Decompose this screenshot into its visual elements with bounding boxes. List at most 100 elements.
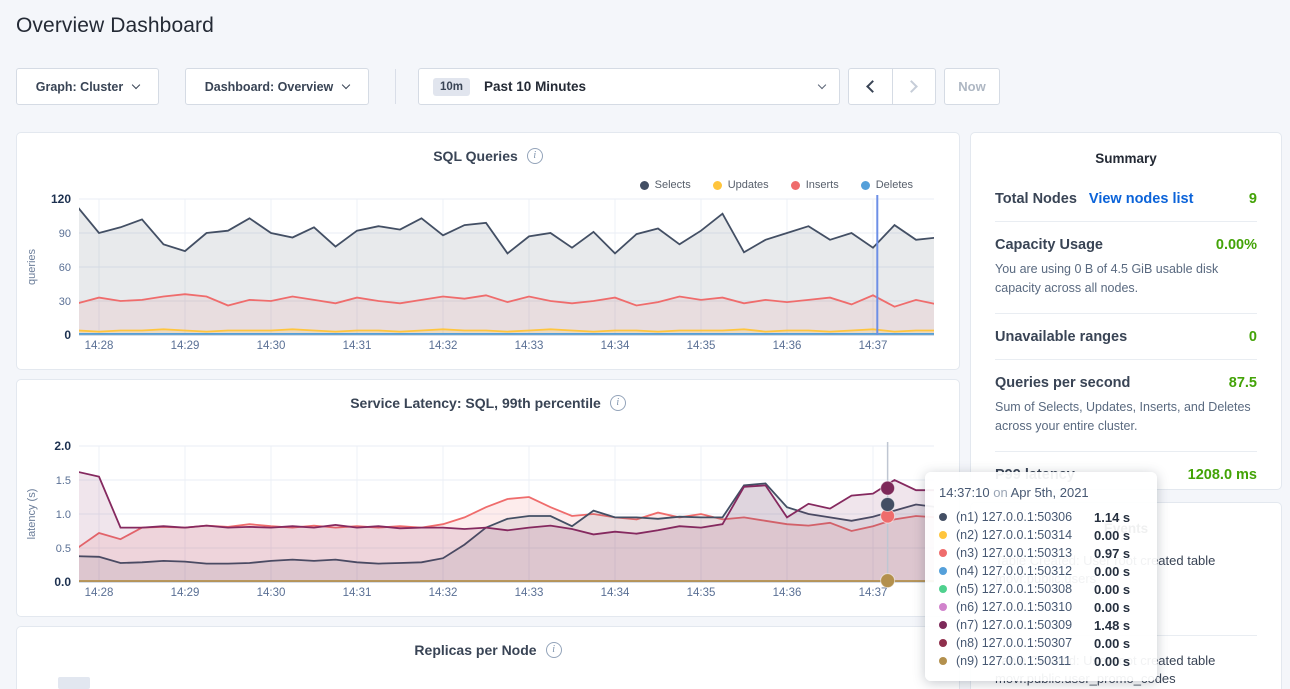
tooltip-node-value: 1.48 s — [1094, 618, 1130, 633]
info-icon[interactable]: i — [610, 395, 626, 411]
x-axis-tick: 14:28 — [85, 587, 114, 599]
y-axis-tick: 1.5 — [56, 475, 71, 487]
info-icon[interactable]: i — [546, 642, 562, 658]
summary-value: 0.00% — [1216, 237, 1257, 253]
time-range-badge: 10m — [433, 78, 470, 96]
time-range-dropdown[interactable]: 10m Past 10 Minutes — [418, 68, 840, 105]
tooltip-node-value: 0.00 s — [1094, 600, 1130, 615]
tooltip-rows: (n1) 127.0.0.1:503061.14 s(n2) 127.0.0.1… — [939, 508, 1143, 670]
now-button-label: Now — [958, 79, 985, 94]
tooltip-on: on — [993, 485, 1007, 500]
summary-label: Total Nodes — [995, 191, 1077, 207]
sql-queries-chart-panel: SQL Queries i Selects Updates Inserts Delet… — [16, 132, 960, 370]
legend-label: Inserts — [806, 179, 839, 191]
tooltip-row: (n2) 127.0.0.1:503140.00 s — [939, 526, 1143, 544]
legend-item-updates[interactable]: Updates — [713, 179, 769, 191]
summary-value: 9 — [1249, 191, 1257, 207]
tooltip-row: (n1) 127.0.0.1:503061.14 s — [939, 508, 1143, 526]
summary-row-qps: Queries per second 87.5 Sum of Selects, … — [995, 359, 1257, 451]
legend-item-inserts[interactable]: Inserts — [791, 179, 839, 191]
x-axis-tick: 14:35 — [687, 587, 716, 599]
y-axis-label: latency (s) — [26, 489, 38, 540]
tooltip-timestamp: 14:37:10 on Apr 5th, 2021 — [939, 485, 1143, 500]
toolbar-divider — [395, 69, 396, 104]
hover-data-dot — [881, 481, 895, 495]
graph-dropdown[interactable]: Graph: Cluster — [16, 68, 159, 105]
tooltip-node-value: 0.00 s — [1094, 654, 1130, 669]
graph-dropdown-label: Graph: Cluster — [36, 80, 124, 94]
summary-row-total-nodes: Total Nodes View nodes list 9 — [995, 176, 1257, 221]
summary-label: Capacity Usage — [995, 237, 1103, 253]
y-axis-tick: 30 — [59, 296, 71, 308]
x-axis-tick: 14:37 — [859, 587, 888, 599]
series-dot-icon — [939, 603, 947, 611]
dashboard-dropdown[interactable]: Dashboard: Overview — [185, 68, 369, 105]
chart-title: Replicas per Node — [414, 642, 536, 658]
dashboard-dropdown-label: Dashboard: Overview — [205, 80, 334, 94]
series-dot-icon — [939, 531, 947, 539]
service-latency-chart[interactable]: 14:2814:2914:3014:3114:3214:3314:3414:35… — [17, 440, 959, 602]
x-axis-tick: 14:31 — [343, 340, 372, 352]
tooltip-row: (n6) 127.0.0.1:503100.00 s — [939, 598, 1143, 616]
chevron-down-icon — [818, 81, 826, 89]
tooltip-node-value: 0.00 s — [1094, 528, 1130, 543]
chevron-down-icon — [342, 81, 350, 89]
now-button[interactable]: Now — [944, 68, 1000, 105]
tooltip-node-value: 0.00 s — [1094, 582, 1130, 597]
summary-value: 0 — [1249, 329, 1257, 345]
tooltip-node-name: (n1) 127.0.0.1:50306 — [956, 510, 1094, 524]
legend-label: Updates — [728, 179, 769, 191]
x-axis-tick: 14:29 — [171, 587, 200, 599]
chart-hover-tooltip: 14:37:10 on Apr 5th, 2021 (n1) 127.0.0.1… — [925, 472, 1157, 681]
legend-dot-icon — [713, 181, 722, 190]
y-axis-tick: 120 — [51, 193, 71, 206]
x-axis-tick: 14:36 — [773, 340, 802, 352]
x-axis-tick: 14:31 — [343, 587, 372, 599]
y-axis-tick: 2.0 — [54, 440, 71, 453]
sql-queries-chart[interactable]: 14:2814:2914:3014:3114:3214:3314:3414:35… — [17, 193, 959, 355]
y-axis-tick: 0.5 — [56, 543, 71, 555]
x-axis-tick: 14:33 — [515, 587, 544, 599]
tooltip-node-name: (n9) 127.0.0.1:50311 — [956, 654, 1094, 668]
x-axis-tick: 14:30 — [257, 587, 286, 599]
x-axis-tick: 14:34 — [601, 340, 630, 352]
legend-item-selects[interactable]: Selects — [640, 179, 691, 191]
summary-description: Sum of Selects, Updates, Inserts, and De… — [995, 398, 1257, 437]
view-nodes-list-link[interactable]: View nodes list — [1089, 191, 1194, 207]
tooltip-row: (n4) 127.0.0.1:503120.00 s — [939, 562, 1143, 580]
service-latency-chart-panel: Service Latency: SQL, 99th percentile i … — [16, 379, 960, 617]
tooltip-node-value: 0.00 s — [1094, 564, 1130, 579]
tooltip-node-name: (n2) 127.0.0.1:50314 — [956, 528, 1094, 542]
x-axis-tick: 14:32 — [429, 587, 458, 599]
chart-title: Service Latency: SQL, 99th percentile — [350, 395, 601, 411]
tooltip-row: (n9) 127.0.0.1:503110.00 s — [939, 652, 1143, 670]
y-axis-tick: 1.0 — [56, 509, 71, 521]
summary-label: Unavailable ranges — [995, 329, 1127, 345]
overview-dashboard-screen: Overview Dashboard Graph: Cluster Dashbo… — [0, 0, 1290, 689]
series-dot-icon — [939, 621, 947, 629]
prev-range-button[interactable] — [849, 69, 892, 104]
x-axis-tick: 14:36 — [773, 587, 802, 599]
summary-description: You are using 0 B of 4.5 GiB usable disk… — [995, 260, 1257, 299]
x-axis-tick: 14:28 — [85, 340, 114, 352]
tooltip-node-name: (n4) 127.0.0.1:50312 — [956, 564, 1094, 578]
info-icon[interactable]: i — [527, 148, 543, 164]
time-range-label: Past 10 Minutes — [484, 79, 586, 94]
x-axis-tick: 14:35 — [687, 340, 716, 352]
legend-dot-icon — [861, 181, 870, 190]
y-axis-tick: 0 — [64, 328, 71, 342]
series-dot-icon — [939, 513, 947, 521]
chevron-right-icon — [906, 80, 919, 93]
chart-title: SQL Queries — [433, 148, 518, 164]
next-range-button[interactable] — [892, 69, 935, 104]
x-axis-tick: 14:37 — [859, 340, 888, 352]
y-axis-tick: 60 — [59, 262, 71, 274]
summary-panel: Summary Total Nodes View nodes list 9 Ca… — [970, 132, 1282, 490]
page-title: Overview Dashboard — [16, 14, 214, 38]
legend-item-deletes[interactable]: Deletes — [861, 179, 913, 191]
tooltip-row: (n7) 127.0.0.1:503091.48 s — [939, 616, 1143, 634]
tooltip-date: Apr 5th, 2021 — [1011, 485, 1089, 500]
y-axis-label: queries — [26, 248, 38, 285]
chart-legend: Selects Updates Inserts Deletes — [640, 179, 913, 191]
tooltip-row: (n8) 127.0.0.1:503070.00 s — [939, 634, 1143, 652]
